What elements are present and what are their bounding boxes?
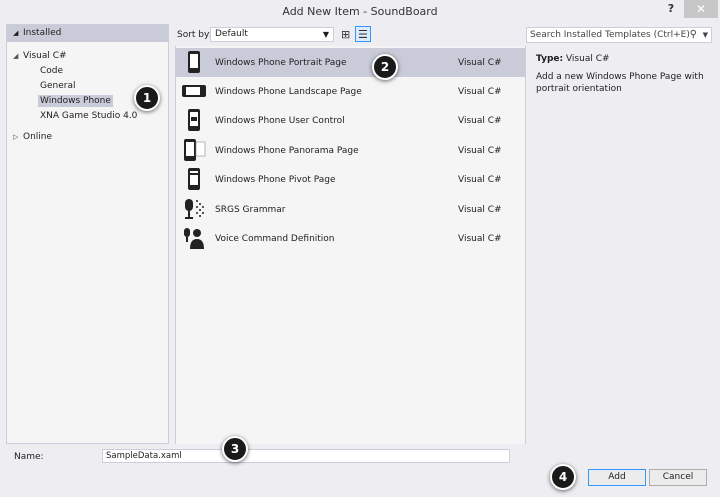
search-dropdown-icon[interactable]: ▼ bbox=[703, 28, 708, 42]
close-button[interactable]: ✕ bbox=[684, 0, 718, 18]
tree-node-online[interactable]: ▷ Online bbox=[13, 130, 52, 144]
name-row: Name: SampleData.xaml bbox=[0, 446, 720, 466]
installed-label: Installed bbox=[23, 28, 62, 38]
template-info-panel: Type: Visual C# Add a new Windows Phone … bbox=[528, 46, 714, 444]
grid-view-icon: ⊞ bbox=[341, 28, 351, 41]
tree-node-visual-csharp[interactable]: ◢ Visual C# bbox=[13, 49, 67, 63]
expanded-triangle-icon: ◢ bbox=[13, 52, 19, 60]
title-bar: Add New Item - SoundBoard ? ✕ bbox=[0, 0, 720, 22]
callout-badge-1: 1 bbox=[134, 85, 160, 111]
tree-node-windows-phone[interactable]: Windows Phone bbox=[38, 94, 113, 108]
grid-view-button[interactable]: ⊞ bbox=[338, 26, 354, 42]
template-row[interactable]: Windows Phone Landscape Page Visual C# bbox=[176, 77, 525, 106]
sort-by-label: Sort by: bbox=[177, 30, 212, 40]
tree-node-xna-game-studio[interactable]: XNA Game Studio 4.0 bbox=[40, 109, 137, 123]
collapse-triangle-icon: ◢ bbox=[13, 29, 19, 37]
help-button[interactable]: ? bbox=[664, 2, 678, 18]
list-view-icon: ☰ bbox=[358, 28, 368, 41]
template-row[interactable]: Windows Phone User Control Visual C# bbox=[176, 106, 525, 135]
callout-badge-2: 2 bbox=[372, 54, 398, 80]
callout-badge-4: 4 bbox=[550, 464, 576, 490]
collapsed-triangle-icon: ▷ bbox=[13, 133, 19, 141]
phone-panorama-icon bbox=[184, 139, 206, 161]
sort-by-dropdown[interactable]: Default ▼ bbox=[210, 27, 334, 42]
template-description: Add a new Windows Phone Page with portra… bbox=[536, 72, 704, 94]
phone-landscape-icon bbox=[182, 85, 206, 97]
callout-badge-3: 3 bbox=[222, 436, 248, 462]
template-row[interactable]: Windows Phone Pivot Page Visual C# bbox=[176, 165, 525, 194]
phone-pivot-icon bbox=[188, 168, 200, 190]
phone-user-control-icon bbox=[188, 109, 200, 131]
cancel-button[interactable]: Cancel bbox=[649, 469, 707, 486]
voice-person-icon bbox=[184, 228, 204, 249]
list-toolbar: Sort by: Default ▼ ⊞ ☰ bbox=[176, 26, 526, 44]
tree-node-code[interactable]: Code bbox=[40, 64, 63, 78]
chevron-down-icon: ▼ bbox=[322, 30, 329, 39]
template-row[interactable]: Windows Phone Panorama Page Visual C# bbox=[176, 136, 525, 165]
phone-portrait-icon bbox=[188, 51, 200, 73]
name-input[interactable]: SampleData.xaml bbox=[102, 449, 510, 463]
template-row[interactable]: Windows Phone Portrait Page Visual C# bbox=[176, 48, 525, 77]
add-button[interactable]: Add bbox=[588, 469, 646, 486]
name-label: Name: bbox=[14, 452, 44, 462]
template-row[interactable]: SRGS Grammar Visual C# bbox=[176, 195, 525, 224]
search-input[interactable]: Search Installed Templates (Ctrl+E) ⚲ ▼ bbox=[526, 27, 712, 43]
list-view-button[interactable]: ☰ bbox=[355, 26, 371, 42]
window-title: Add New Item - SoundBoard bbox=[282, 5, 438, 18]
template-row[interactable]: Voice Command Definition Visual C# bbox=[176, 224, 525, 253]
search-icon[interactable]: ⚲ bbox=[690, 28, 697, 42]
template-list: Windows Phone Portrait Page Visual C# Wi… bbox=[175, 46, 526, 444]
microphone-icon bbox=[185, 199, 204, 219]
tree-node-general[interactable]: General bbox=[40, 79, 75, 93]
installed-header[interactable]: ◢ Installed bbox=[7, 25, 168, 42]
template-type: Type: Visual C# bbox=[536, 54, 610, 64]
